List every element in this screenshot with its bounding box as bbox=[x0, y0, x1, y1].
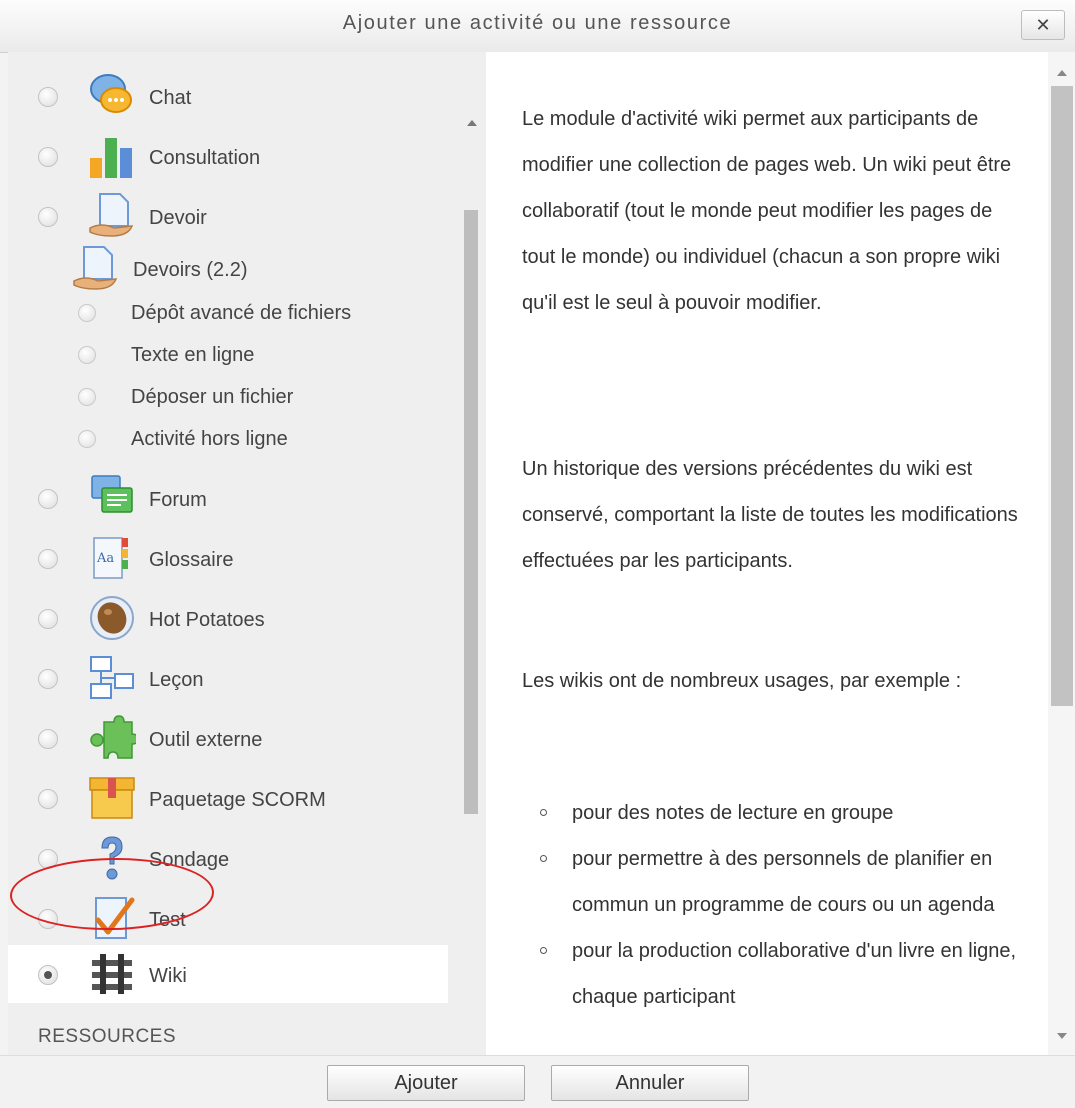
consultation-icon bbox=[88, 132, 136, 180]
activity-radio[interactable] bbox=[38, 87, 58, 107]
glossaire-icon: Aa bbox=[88, 534, 136, 582]
activity-list: Chat Consultation Devoir Devoirs (2.2) D… bbox=[8, 52, 486, 1055]
subitem-label: Activité hors ligne bbox=[131, 428, 288, 450]
subitem-radio[interactable] bbox=[78, 430, 96, 448]
description-paragraph-3: Les wikis ont de nombreux usages, par ex… bbox=[522, 670, 962, 692]
close-button[interactable]: ✕ bbox=[1021, 10, 1065, 40]
bullet-icon bbox=[540, 947, 547, 954]
activity-radio[interactable] bbox=[38, 849, 58, 869]
cancel-button[interactable]: Annuler bbox=[551, 1065, 749, 1101]
subitem-deposer-fichier[interactable]: Déposer un fichier bbox=[8, 378, 448, 418]
test-icon bbox=[88, 894, 136, 942]
scroll-up-arrow-icon[interactable] bbox=[1057, 70, 1067, 76]
add-activity-dialog: Ajouter une activité ou une ressource ✕ … bbox=[0, 0, 1075, 1108]
subitem-radio[interactable] bbox=[78, 346, 96, 364]
list-item: pour permettre à des personnels de plani… bbox=[522, 836, 1022, 928]
activity-item-glossaire[interactable]: Aa Glossaire bbox=[8, 529, 448, 587]
activity-label: Forum bbox=[149, 489, 207, 511]
subitem-depot-avance[interactable]: Dépôt avancé de fichiers bbox=[8, 294, 448, 334]
activity-item-test[interactable]: Test bbox=[8, 889, 448, 947]
activity-item-chat[interactable]: Chat bbox=[8, 67, 448, 125]
dialog-title: Ajouter une activité ou une ressource bbox=[342, 12, 733, 34]
activity-label: Test bbox=[149, 909, 186, 931]
subitem-texte-en-ligne[interactable]: Texte en ligne bbox=[8, 336, 448, 376]
subitem-label: Déposer un fichier bbox=[131, 386, 294, 408]
forum-icon bbox=[88, 474, 136, 522]
svg-text:Aa: Aa bbox=[96, 551, 114, 566]
subitem-label: Texte en ligne bbox=[131, 344, 255, 366]
devoirs-icon bbox=[72, 245, 122, 293]
activity-radio[interactable] bbox=[38, 909, 58, 929]
dialog-footer: Ajouter Annuler bbox=[0, 1055, 1075, 1108]
activity-label: Hot Potatoes bbox=[149, 609, 265, 631]
section-header-ressources: RESSOURCES bbox=[38, 1026, 177, 1047]
bullet-icon bbox=[540, 809, 547, 816]
activity-item-consultation[interactable]: Consultation bbox=[8, 127, 448, 185]
chat-icon bbox=[88, 72, 136, 120]
activity-radio[interactable] bbox=[38, 549, 58, 569]
devoir-icon bbox=[88, 192, 136, 240]
sondage-icon bbox=[88, 834, 136, 882]
scroll-down-arrow-icon[interactable] bbox=[1057, 1033, 1067, 1039]
right-scrollbar[interactable] bbox=[1048, 52, 1075, 1055]
subitem-radio[interactable] bbox=[78, 388, 96, 406]
activity-radio[interactable] bbox=[38, 207, 58, 227]
activity-radio[interactable] bbox=[38, 729, 58, 749]
activity-item-wiki[interactable]: Wiki bbox=[8, 945, 448, 1003]
wiki-icon bbox=[88, 950, 136, 998]
activity-item-hot-potatoes[interactable]: Hot Potatoes bbox=[8, 589, 448, 647]
list-item: pour des notes de lecture en groupe bbox=[522, 790, 1022, 836]
activity-radio[interactable] bbox=[38, 609, 58, 629]
activity-item-outil-externe[interactable]: Outil externe bbox=[8, 709, 448, 767]
description-list: pour des notes de lecture en groupe pour… bbox=[522, 790, 1022, 1020]
activity-radio[interactable] bbox=[38, 965, 58, 985]
activity-item-scorm[interactable]: Paquetage SCORM bbox=[8, 769, 448, 827]
activity-group-devoirs: Devoirs (2.2) bbox=[8, 245, 448, 295]
activity-label: Glossaire bbox=[149, 549, 234, 571]
scroll-up-arrow-icon[interactable] bbox=[467, 120, 477, 126]
activity-item-sondage[interactable]: Sondage bbox=[8, 829, 448, 887]
activity-radio[interactable] bbox=[38, 669, 58, 689]
hot-potatoes-icon bbox=[88, 594, 136, 642]
bullet-icon bbox=[540, 855, 547, 862]
activity-label: Chat bbox=[149, 87, 192, 109]
activity-group-label: Devoirs (2.2) bbox=[133, 259, 248, 281]
scroll-thumb[interactable] bbox=[464, 210, 478, 814]
left-scrollbar[interactable] bbox=[458, 112, 486, 1055]
activity-radio[interactable] bbox=[38, 489, 58, 509]
subitem-label: Dépôt avancé de fichiers bbox=[131, 302, 352, 324]
activity-label: Leçon bbox=[149, 669, 204, 691]
outil-externe-icon bbox=[88, 714, 139, 762]
activity-item-forum[interactable]: Forum bbox=[8, 469, 448, 527]
add-button[interactable]: Ajouter bbox=[327, 1065, 525, 1101]
lecon-icon bbox=[88, 654, 136, 702]
activity-radio[interactable] bbox=[38, 147, 58, 167]
activity-label: Devoir bbox=[149, 207, 207, 229]
subitem-activite-hors-ligne[interactable]: Activité hors ligne bbox=[8, 420, 448, 460]
activity-radio[interactable] bbox=[38, 789, 58, 809]
description-paragraph-1: Le module d'activité wiki permet aux par… bbox=[522, 108, 1012, 314]
scroll-thumb[interactable] bbox=[1051, 86, 1073, 706]
activity-description: Le module d'activité wiki permet aux par… bbox=[486, 52, 1048, 1055]
scorm-icon bbox=[88, 774, 136, 822]
subitem-radio[interactable] bbox=[78, 304, 96, 322]
description-paragraph-2: Un historique des versions précédentes d… bbox=[522, 458, 1018, 572]
activity-label: Sondage bbox=[149, 849, 230, 871]
dialog-header: Ajouter une activité ou une ressource ✕ bbox=[0, 0, 1075, 53]
list-item: pour la production collaborative d'un li… bbox=[522, 928, 1022, 1020]
activity-label: Wiki bbox=[149, 965, 187, 987]
activity-label: Paquetage SCORM bbox=[149, 789, 326, 811]
activity-label: Consultation bbox=[149, 147, 261, 169]
activity-item-devoir[interactable]: Devoir bbox=[8, 187, 448, 245]
activity-item-lecon[interactable]: Leçon bbox=[8, 649, 448, 707]
activity-label: Outil externe bbox=[149, 729, 263, 751]
